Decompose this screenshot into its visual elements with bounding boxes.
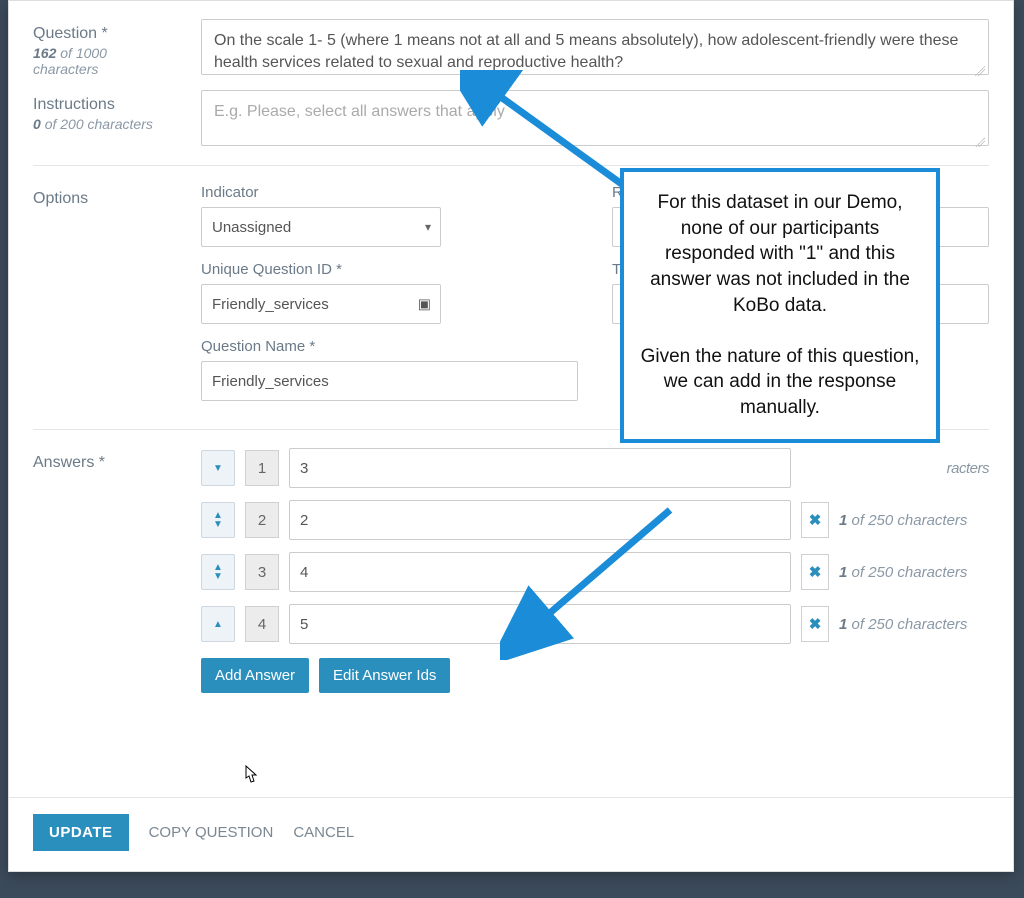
question-char-count: 162 of 1000 characters <box>33 45 201 77</box>
resize-handle-icon[interactable] <box>975 137 985 147</box>
indicator-select-wrap: Unassigned ▾ <box>201 207 441 247</box>
instructions-label-block: Instructions 0 of 200 characters <box>33 90 201 132</box>
answer-row: ▲ 4 ✖ 1 of 250 characters <box>201 604 989 644</box>
answer-row: ▲▼ 3 ✖ 1 of 250 characters <box>201 552 989 592</box>
answer-input[interactable] <box>289 500 791 540</box>
answers-list: ▼ 1 ✖ racters ▲▼ 2 ✖ 1 o <box>201 448 989 644</box>
question-textarea[interactable]: On the scale 1- 5 (where 1 means not at … <box>201 19 989 75</box>
answers-label: Answers * <box>33 448 201 472</box>
answer-number: 1 <box>245 450 279 486</box>
delete-answer-button[interactable]: ✖ <box>801 554 829 590</box>
options-label: Options <box>33 184 201 208</box>
answer-char-note: 1 of 250 characters <box>839 564 989 581</box>
answer-input[interactable] <box>289 552 791 592</box>
instructions-char-count: 0 of 200 characters <box>33 116 201 132</box>
delete-answer-button[interactable]: ✖ <box>801 606 829 642</box>
instructions-label: Instructions <box>33 96 201 114</box>
instructions-textarea[interactable] <box>201 90 989 146</box>
callout-paragraph-1: For this dataset in our Demo, none of ou… <box>640 190 920 318</box>
indicator-select[interactable]: Unassigned <box>201 207 441 247</box>
answer-char-note: 1 of 250 characters <box>839 616 989 633</box>
unique-id-label: Unique Question ID * <box>201 261 578 278</box>
answer-number: 2 <box>245 502 279 538</box>
update-button[interactable]: UPDATE <box>33 814 129 851</box>
indicator-label: Indicator <box>201 184 578 201</box>
edit-answer-ids-button[interactable]: Edit Answer Ids <box>319 658 450 693</box>
answer-input[interactable] <box>289 448 791 488</box>
separator <box>33 165 989 166</box>
question-label-block: Question * 162 of 1000 characters <box>33 19 201 77</box>
callout-paragraph-2: Given the nature of this question, we ca… <box>640 344 920 421</box>
answers-content: ▼ 1 ✖ racters ▲▼ 2 ✖ 1 o <box>201 448 989 693</box>
answer-char-note: 1 of 250 characters <box>839 512 989 529</box>
cursor-pointer-icon <box>240 764 260 791</box>
question-name-label: Question Name * <box>201 338 578 355</box>
question-name-input[interactable] <box>201 361 578 401</box>
question-label: Question * <box>33 25 201 43</box>
answer-row: ▼ 1 ✖ racters <box>201 448 989 488</box>
sort-updown-button[interactable]: ▲▼ <box>201 502 235 538</box>
cancel-button[interactable]: CANCEL <box>293 824 354 841</box>
answers-section: Answers * ▼ 1 ✖ racters ▲▼ 2 <box>33 448 989 693</box>
question-section: Question * 162 of 1000 characters On the… <box>33 19 989 80</box>
resize-handle-icon[interactable] <box>975 66 985 76</box>
answer-char-note: racters <box>839 460 989 477</box>
modal-footer: UPDATE COPY QUESTION CANCEL <box>9 797 1013 871</box>
annotation-callout: For this dataset in our Demo, none of ou… <box>620 168 940 443</box>
save-icon[interactable]: ▣ <box>418 296 431 313</box>
answer-input[interactable] <box>289 604 791 644</box>
question-textarea-wrap: On the scale 1- 5 (where 1 means not at … <box>201 19 989 80</box>
instructions-textarea-wrap <box>201 90 989 151</box>
sort-updown-button[interactable]: ▲▼ <box>201 554 235 590</box>
sort-up-button[interactable]: ▲ <box>201 606 235 642</box>
sort-down-button[interactable]: ▼ <box>201 450 235 486</box>
add-answer-button[interactable]: Add Answer <box>201 658 309 693</box>
instructions-section: Instructions 0 of 200 characters <box>33 90 989 151</box>
answer-number: 3 <box>245 554 279 590</box>
copy-question-button[interactable]: COPY QUESTION <box>149 824 274 841</box>
answer-row: ▲▼ 2 ✖ 1 of 250 characters <box>201 500 989 540</box>
answer-buttons-row: Add Answer Edit Answer Ids <box>201 658 989 693</box>
delete-answer-button[interactable]: ✖ <box>801 502 829 538</box>
unique-id-input[interactable] <box>201 284 441 324</box>
answer-number: 4 <box>245 606 279 642</box>
